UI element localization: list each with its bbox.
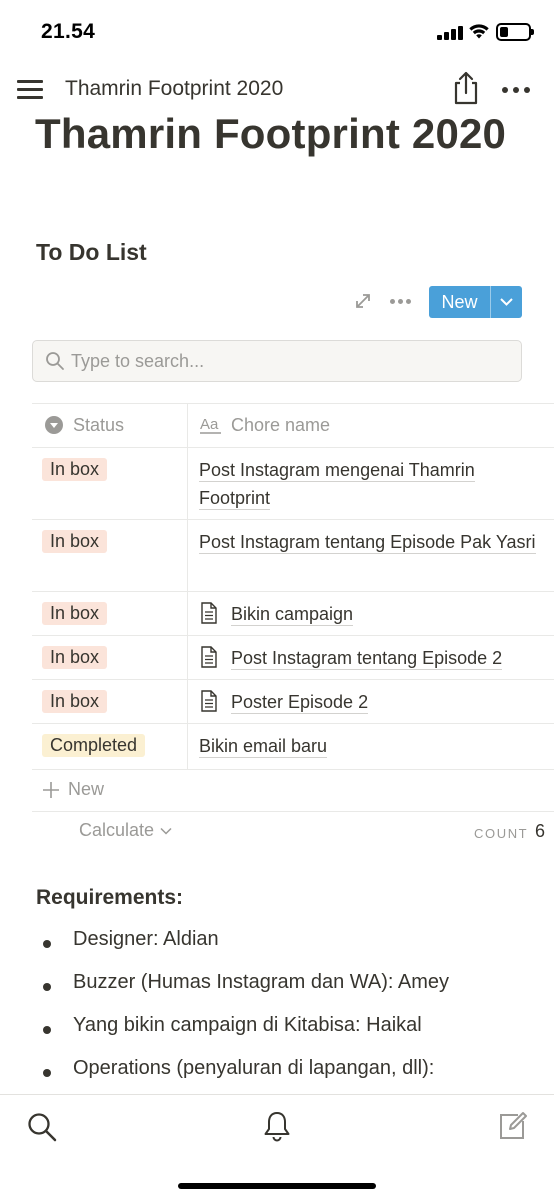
list-item: Operations (penyaluran di lapangan, dll)… [0, 1057, 554, 1097]
status-bar: 21.54 [0, 0, 554, 62]
table-row[interactable]: In box Post Instagram tentang Episode 2 [32, 635, 554, 679]
list-item: Buzzer (Humas Instagram dan WA): Amey [0, 971, 554, 1011]
count-value: 6 [535, 821, 546, 841]
chore-name-text[interactable]: Post Instagram mengenai Thamrin Footprin… [199, 460, 475, 510]
list-item: Yang bikin campaign di Kitabisa: Haikal [0, 1014, 554, 1054]
menu-icon[interactable] [17, 78, 43, 100]
list-item-text[interactable]: Operations (penyaluran di lapangan, dll)… [73, 1057, 434, 1080]
bullet-icon [43, 940, 51, 948]
document-icon [201, 690, 217, 712]
status-time: 21.54 [41, 20, 96, 43]
page-title: Thamrin Footprint 2020 [35, 110, 507, 157]
bullet-icon [43, 983, 51, 991]
requirements-title: Requirements: [36, 886, 184, 909]
list-item-text[interactable]: Designer: Aldian [73, 928, 219, 951]
expand-icon[interactable] [355, 293, 371, 309]
status-tag[interactable]: Completed [42, 734, 146, 757]
document-icon [201, 602, 217, 624]
chore-name[interactable]: Poster Episode 2 [231, 688, 553, 716]
chevron-down-icon[interactable] [491, 286, 522, 318]
plus-icon [43, 782, 59, 798]
chevron-down-icon [160, 827, 172, 835]
column-header-status-label: Status [73, 414, 125, 435]
cellular-signal-icon [437, 26, 463, 40]
status-tag[interactable]: In box [42, 690, 108, 713]
todo-list-title[interactable]: To Do List [36, 239, 147, 266]
chore-name-text[interactable]: Bikin campaign [231, 604, 354, 626]
table-row[interactable]: In box Poster Episode 2 [32, 679, 554, 723]
status-tag[interactable]: In box [42, 530, 108, 553]
wifi-icon [469, 24, 489, 39]
new-button[interactable]: New [429, 286, 522, 318]
chore-name-text[interactable]: Poster Episode 2 [231, 692, 369, 714]
status-tag[interactable]: In box [42, 646, 108, 669]
table-row[interactable]: In box Post Instagram mengenai Thamrin F… [32, 447, 554, 519]
column-header-name-label: Chore name [231, 414, 331, 435]
battery-icon [496, 23, 534, 41]
svg-text:Aa: Aa [200, 416, 219, 433]
select-property-icon [44, 415, 64, 435]
calculate-button[interactable]: Calculate [79, 820, 172, 841]
chore-name[interactable]: Bikin campaign [231, 600, 553, 628]
bullet-icon [43, 1069, 51, 1077]
chore-name[interactable]: Post Instagram tentang Episode 2 [231, 644, 553, 672]
compose-icon[interactable] [497, 1111, 527, 1141]
battery-level [500, 27, 508, 37]
text-property-icon: Aa [200, 415, 222, 435]
bullet-icon [43, 1026, 51, 1034]
share-icon[interactable] [451, 70, 481, 106]
more-icon[interactable] [502, 87, 532, 93]
table-border [32, 811, 554, 812]
column-header-status[interactable]: Status [44, 403, 124, 447]
table-row[interactable]: In box Post Instagram tentang Episode Pa… [32, 519, 554, 591]
list-item-text[interactable]: Buzzer (Humas Instagram dan WA): Amey [73, 971, 449, 994]
chore-name[interactable]: Post Instagram mengenai Thamrin Footprin… [199, 456, 549, 512]
chore-name[interactable]: Post Instagram tentang Episode Pak Yasri [199, 528, 549, 556]
list-item: Designer: Aldian [0, 928, 554, 968]
bottom-tab-bar [0, 1094, 554, 1200]
table-row[interactable]: In box Bikin campaign [32, 591, 554, 635]
database-more-icon[interactable] [390, 299, 411, 304]
table-row[interactable]: Completed Bikin email baru [32, 723, 554, 769]
bell-icon[interactable] [262, 1110, 292, 1142]
calculate-label: Calculate [79, 820, 155, 840]
search-box[interactable] [32, 340, 522, 382]
list-item-text[interactable]: Yang bikin campaign di Kitabisa: Haikal [73, 1014, 422, 1037]
new-button-label[interactable]: New [429, 286, 490, 318]
column-header-name[interactable]: Aa Chore name [200, 403, 330, 447]
add-row-label: New [68, 779, 105, 799]
document-icon [201, 646, 217, 668]
chore-name[interactable]: Bikin email baru [199, 732, 549, 760]
topbar-title[interactable]: Thamrin Footprint 2020 [65, 77, 283, 101]
status-tag[interactable]: In box [42, 458, 108, 481]
add-row-button[interactable]: New [32, 769, 554, 811]
search-icon[interactable] [27, 1112, 57, 1142]
count-label: COUNT [474, 826, 529, 841]
search-icon [46, 352, 64, 370]
chore-name-text[interactable]: Post Instagram tentang Episode 2 [231, 648, 503, 670]
chore-name-text[interactable]: Post Instagram tentang Episode Pak Yasri [199, 532, 536, 554]
home-indicator[interactable] [178, 1183, 376, 1189]
search-input[interactable] [71, 341, 511, 381]
status-tag[interactable]: In box [42, 602, 108, 625]
chore-name-text[interactable]: Bikin email baru [199, 736, 328, 758]
